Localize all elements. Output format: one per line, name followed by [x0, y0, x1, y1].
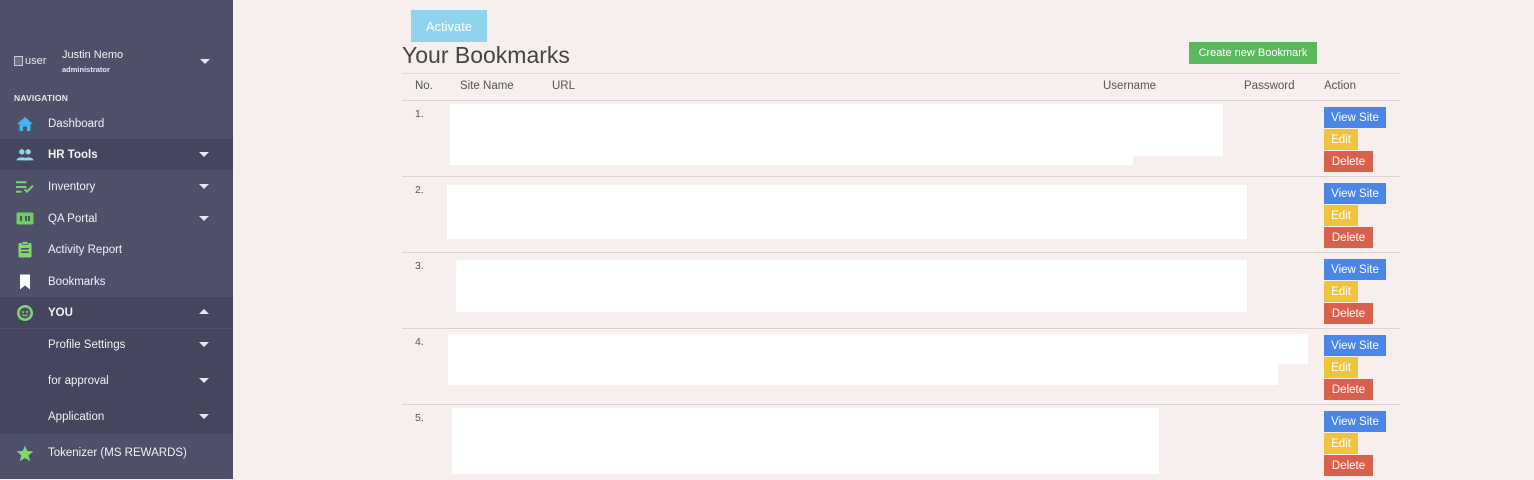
face-icon [16, 304, 34, 322]
view-site-button[interactable]: View Site [1324, 259, 1386, 280]
star-icon [16, 444, 34, 462]
column-header-no: No. [415, 80, 433, 92]
clipboard-icon [16, 241, 34, 259]
sidebar: user Justin Nemo administrator NAVIGATIO… [0, 0, 233, 479]
user-panel[interactable]: user Justin Nemo administrator [14, 46, 224, 76]
column-header-username: Username [1103, 80, 1157, 92]
column-header-site-name: Site Name [460, 80, 514, 92]
sidebar-item-label: HR Tools [48, 148, 98, 161]
delete-button[interactable]: Delete [1324, 303, 1373, 324]
page-title: Your Bookmarks [402, 42, 570, 68]
sidebar-item-label: Inventory [48, 180, 96, 193]
row-number: 3. [415, 260, 424, 272]
hd-badge-icon [16, 210, 34, 228]
chevron-down-icon [199, 152, 209, 157]
sidebar-item-inventory[interactable]: Inventory [0, 171, 233, 202]
edit-button[interactable]: Edit [1324, 129, 1358, 150]
redacted-content [448, 358, 1278, 385]
chevron-down-icon[interactable] [200, 59, 210, 64]
sidebar-item-activity-report[interactable]: Activity Report [0, 234, 233, 265]
sidebar-item-you[interactable]: YOU [0, 297, 233, 328]
sidebar-item-label: Activity Report [48, 243, 123, 256]
sidebar-item-qa-portal[interactable]: QA Portal [0, 203, 233, 234]
users-icon [16, 146, 34, 164]
sidebar-item-label: Dashboard [48, 117, 105, 130]
broken-image-icon [14, 56, 23, 66]
edit-button[interactable]: Edit [1324, 205, 1358, 226]
bookmark-icon [16, 273, 34, 291]
sidebar-item-for-approval[interactable]: for approval [0, 361, 233, 400]
sidebar-item-bookmarks[interactable]: Bookmarks [0, 266, 233, 297]
user-name: Justin Nemo [62, 49, 124, 61]
row-number: 1. [415, 108, 424, 120]
sidebar-item-label: Bookmarks [48, 275, 106, 288]
chevron-up-icon [199, 309, 209, 314]
chevron-down-icon [199, 184, 209, 189]
chevron-down-icon [199, 414, 209, 419]
edit-button[interactable]: Edit [1324, 281, 1358, 302]
redacted-content [447, 185, 1247, 239]
redacted-content [450, 150, 1133, 165]
sidebar-item-tokenizer[interactable]: Tokenizer (MS REWARDS) [0, 436, 233, 470]
sidebar-item-hr-tools[interactable]: HR Tools [0, 139, 233, 170]
edit-button[interactable]: Edit [1324, 357, 1358, 378]
activate-button[interactable]: Activate [411, 10, 487, 42]
sidebar-item-label: QA Portal [48, 212, 98, 225]
sidebar-item-label: Profile Settings [48, 339, 126, 351]
view-site-button[interactable]: View Site [1324, 411, 1386, 432]
sidebar-item-dashboard[interactable]: Dashboard [0, 108, 233, 139]
table-row: 3. View Site Edit Delete [402, 252, 1400, 329]
view-site-button[interactable]: View Site [1324, 183, 1386, 204]
table-header: No. Site Name URL Username Password Acti… [402, 73, 1400, 101]
chevron-down-icon [199, 378, 209, 383]
sidebar-item-label: YOU [48, 306, 73, 319]
sidebar-item-profile-settings[interactable]: Profile Settings [0, 329, 233, 361]
avatar-alt-text: user [25, 55, 47, 67]
checklist-icon [16, 178, 34, 196]
sidebar-item-application[interactable]: Application [0, 400, 233, 434]
table-row: 1. View Site Edit Delete [402, 100, 1400, 177]
view-site-button[interactable]: View Site [1324, 107, 1386, 128]
delete-button[interactable]: Delete [1324, 151, 1373, 172]
sidebar-item-label: Tokenizer (MS REWARDS) [48, 447, 187, 459]
create-bookmark-button[interactable]: Create new Bookmark [1189, 42, 1317, 64]
sidebar-item-label: Application [48, 411, 105, 423]
delete-button[interactable]: Delete [1324, 227, 1373, 248]
redacted-content [450, 104, 1223, 156]
avatar: user [14, 55, 46, 67]
row-number: 2. [415, 184, 424, 196]
column-header-password: Password [1244, 80, 1295, 92]
sidebar-item-label: for approval [48, 374, 109, 387]
row-number: 4. [415, 336, 424, 348]
delete-button[interactable]: Delete [1324, 455, 1373, 476]
redacted-content [452, 408, 1159, 474]
delete-button[interactable]: Delete [1324, 379, 1373, 400]
row-number: 5. [415, 412, 424, 424]
edit-button[interactable]: Edit [1324, 433, 1358, 454]
table-row: 4. View Site Edit Delete [402, 328, 1400, 405]
column-header-url: URL [552, 80, 576, 92]
table-row: 2. View Site Edit Delete [402, 176, 1400, 253]
column-header-action: Action [1324, 80, 1356, 92]
chevron-down-icon [199, 216, 209, 221]
user-role: administrator [62, 65, 110, 74]
redacted-content [456, 260, 1247, 312]
nav-heading: NAVIGATION [14, 93, 69, 103]
view-site-button[interactable]: View Site [1324, 335, 1386, 356]
table-row: 5. View Site Edit Delete [402, 404, 1400, 480]
home-icon [16, 115, 34, 133]
chevron-down-icon [199, 342, 209, 347]
